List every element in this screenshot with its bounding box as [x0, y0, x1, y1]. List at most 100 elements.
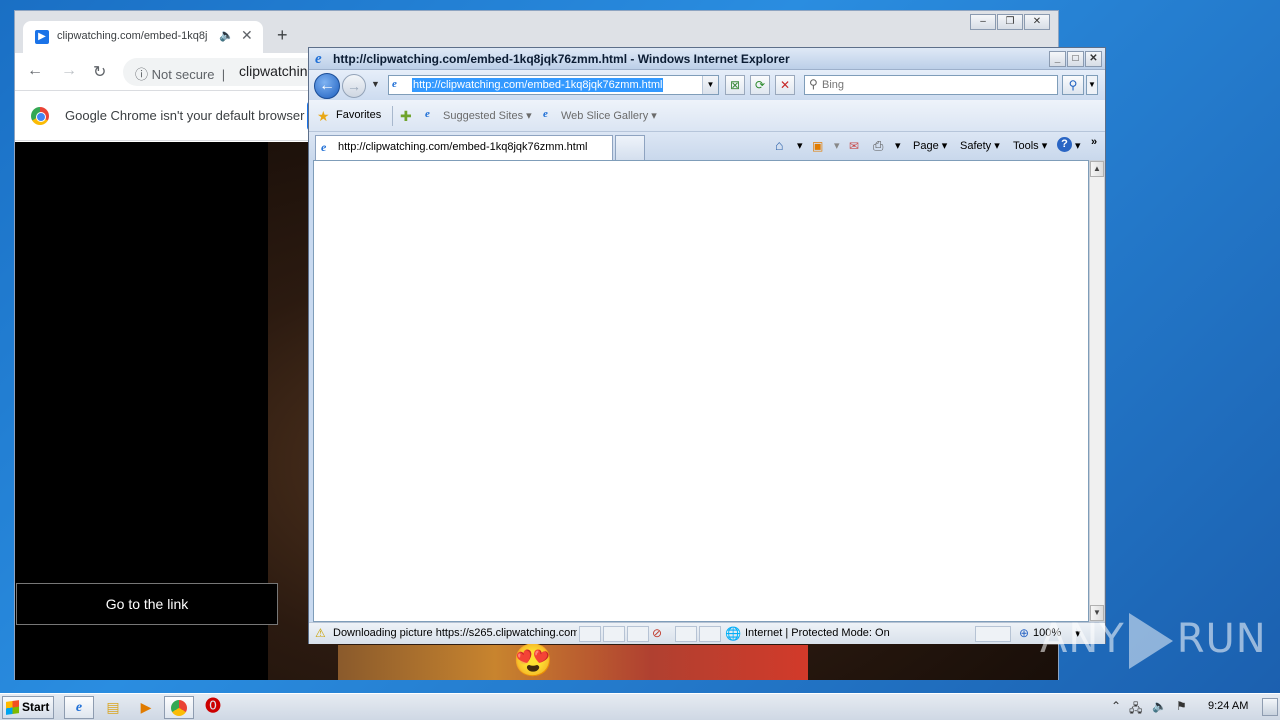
safety-menu[interactable]: Safety ▾: [960, 139, 1000, 152]
chrome-new-tab-button[interactable]: +: [277, 25, 288, 46]
chrome-reload-icon[interactable]: ↻: [93, 62, 106, 82]
tray-show-hidden-icon[interactable]: ⌃: [1111, 699, 1121, 713]
ie-stop-button[interactable]: ✕: [775, 75, 795, 95]
ie-search-input[interactable]: [822, 77, 1052, 93]
ie-search-options-icon[interactable]: ▼: [1086, 75, 1098, 95]
print-dropdown-icon[interactable]: ▾: [895, 139, 901, 152]
ie-search-button[interactable]: ⚲: [1062, 75, 1084, 95]
windows-flag-icon: [6, 700, 19, 715]
web-slice-gallery-link[interactable]: Web Slice Gallery ▾: [561, 109, 657, 122]
zoom-icon[interactable]: ⊕: [1019, 626, 1029, 640]
tray-volume-icon[interactable]: 🔈: [1152, 699, 1167, 713]
video-frame-strip: [338, 645, 808, 680]
status-text: Downloading picture https://s265.clipwat…: [333, 627, 577, 639]
ie-page-icon: e: [392, 78, 397, 90]
home-dropdown-icon[interactable]: ▾: [797, 139, 803, 152]
taskbar-explorer-icon[interactable]: ▤: [98, 696, 128, 719]
ie-titlebar: e http://clipwatching.com/embed-1kq8jqk7…: [309, 48, 1105, 70]
suggested-sites-link[interactable]: Suggested Sites ▾: [443, 109, 532, 122]
help-icon[interactable]: ?: [1057, 137, 1072, 152]
tools-menu-label: Tools: [1013, 140, 1039, 152]
chrome-taskbar-logo-icon: [171, 700, 187, 716]
ie-vertical-scrollbar[interactable]: ▲ ▼: [1089, 160, 1105, 622]
favorites-star-icon[interactable]: ★: [317, 108, 330, 125]
warning-icon: ⚠: [315, 626, 326, 640]
taskbar-chrome-icon[interactable]: [164, 696, 194, 719]
favorites-button[interactable]: Favorites: [336, 109, 381, 121]
favbar-divider: [392, 106, 393, 126]
show-desktop-button[interactable]: [1262, 698, 1278, 716]
search-provider-icon: ⚲: [809, 77, 818, 91]
ie-tab-title: http://clipwatching.com/embed-1kq8jqk76z…: [338, 141, 588, 153]
toolbar-overflow-icon[interactable]: »: [1091, 136, 1097, 148]
home-icon[interactable]: ⌂: [775, 137, 783, 153]
web-slice-gallery-label: Web Slice Gallery: [561, 110, 649, 122]
page-menu[interactable]: Page ▾: [913, 139, 947, 152]
internet-zone-globe-icon: 🌐: [725, 626, 742, 641]
watermark-right-text: RUN: [1176, 616, 1267, 662]
ie-new-tab-button[interactable]: [615, 135, 645, 160]
taskbar-clock[interactable]: 9:24 AM: [1208, 700, 1248, 712]
ie-tab-page-icon: e: [321, 140, 327, 154]
heart-eyes-emoji-icon: 😍: [513, 642, 553, 678]
taskbar-opera-icon[interactable]: ⓿: [198, 696, 228, 719]
ie-tab[interactable]: e http://clipwatching.com/embed-1kq8jqk7…: [315, 135, 613, 160]
go-to-link-button[interactable]: Go to the link: [16, 583, 278, 625]
chrome-forward-icon[interactable]: →: [61, 62, 77, 80]
feeds-dropdown-icon[interactable]: ▾: [834, 139, 840, 152]
chrome-url-text[interactable]: clipwatching: [239, 63, 315, 79]
not-secure-label: Not secure: [151, 67, 215, 82]
ie-refresh-button[interactable]: ⟳: [750, 75, 770, 95]
chrome-tab-close-icon[interactable]: ✕: [241, 27, 253, 44]
ie-address-text[interactable]: http://clipwatching.com/embed-1kq8jqk76z…: [412, 78, 664, 92]
feeds-icon[interactable]: ▣: [812, 139, 823, 153]
default-browser-message: Google Chrome isn't your default browser: [65, 108, 305, 123]
ie-forward-button[interactable]: →: [342, 74, 366, 98]
ie-minimize-button[interactable]: _: [1049, 51, 1066, 67]
help-dropdown-icon[interactable]: ▾: [1075, 139, 1081, 152]
not-secure-indicator[interactable]: ⓘ Not secure |: [135, 64, 225, 83]
compatibility-view-icon[interactable]: ⊠: [725, 75, 745, 95]
windows-taskbar: Start e ▤ ▶ ⓿ ⌃ 🖧 🔈 ⚑ 9:24 AM: [0, 693, 1280, 720]
read-mail-icon[interactable]: ✉: [849, 139, 859, 153]
ie-address-field[interactable]: e http://clipwatching.com/embed-1kq8jqk7…: [388, 75, 719, 95]
speaker-icon[interactable]: 🔈: [219, 28, 234, 42]
tools-menu[interactable]: Tools ▾: [1013, 139, 1047, 152]
ie-address-bar-row: ← → ▼ e http://clipwatching.com/embed-1k…: [309, 70, 1105, 100]
chrome-tab[interactable]: ▶ clipwatching.com/embed-1kq8jc 🔈 ✕: [23, 21, 263, 53]
ie-search-box[interactable]: ⚲: [804, 75, 1058, 95]
popup-blocker-icon[interactable]: ⊘: [652, 626, 662, 640]
taskbar-ie-icon[interactable]: e: [64, 696, 94, 719]
chrome-tab-title: clipwatching.com/embed-1kq8jc: [57, 30, 207, 42]
status-segment: [579, 626, 601, 642]
clipwatching-favicon-icon: ▶: [35, 30, 49, 44]
ie-history-dropdown-icon[interactable]: ▼: [371, 79, 380, 89]
ie-logo-icon: e: [315, 51, 322, 67]
ie-status-bar: ⚠ Downloading picture https://s265.clipw…: [309, 622, 1105, 644]
scroll-up-icon[interactable]: ▲: [1090, 161, 1104, 177]
start-button[interactable]: Start: [2, 696, 54, 719]
add-to-favorites-icon[interactable]: ✚: [400, 108, 412, 125]
watermark-play-icon: [1128, 613, 1173, 669]
status-segment: [627, 626, 649, 642]
chrome-restore-button[interactable]: ❐: [997, 14, 1023, 30]
ie-window: e http://clipwatching.com/embed-1kq8jqk7…: [308, 47, 1106, 644]
watermark-left-text: ANY: [1040, 616, 1125, 662]
ie-page-content[interactable]: [313, 160, 1089, 622]
status-segment: [603, 626, 625, 642]
tray-network-icon[interactable]: 🖧: [1129, 699, 1142, 720]
ie-close-button[interactable]: ✕: [1085, 51, 1102, 67]
print-icon[interactable]: ⎙: [873, 138, 883, 154]
ie-back-button[interactable]: ←: [314, 73, 340, 99]
start-label: Start: [22, 700, 50, 714]
chrome-back-icon[interactable]: ←: [27, 62, 43, 80]
ie-maximize-button[interactable]: □: [1067, 51, 1084, 67]
tray-action-center-flag-icon[interactable]: ⚑: [1176, 699, 1187, 713]
ie-address-dropdown-icon[interactable]: ▼: [702, 76, 718, 94]
taskbar-media-player-icon[interactable]: ▶: [131, 696, 161, 719]
chrome-minimize-button[interactable]: –: [970, 14, 996, 30]
chrome-logo-icon: [31, 107, 49, 125]
protected-mode-toggle[interactable]: [975, 626, 1011, 642]
chrome-close-button[interactable]: ✕: [1024, 14, 1050, 30]
ie-favorites-bar: ★ Favorites ✚ e Suggested Sites ▾ e Web …: [309, 100, 1105, 132]
